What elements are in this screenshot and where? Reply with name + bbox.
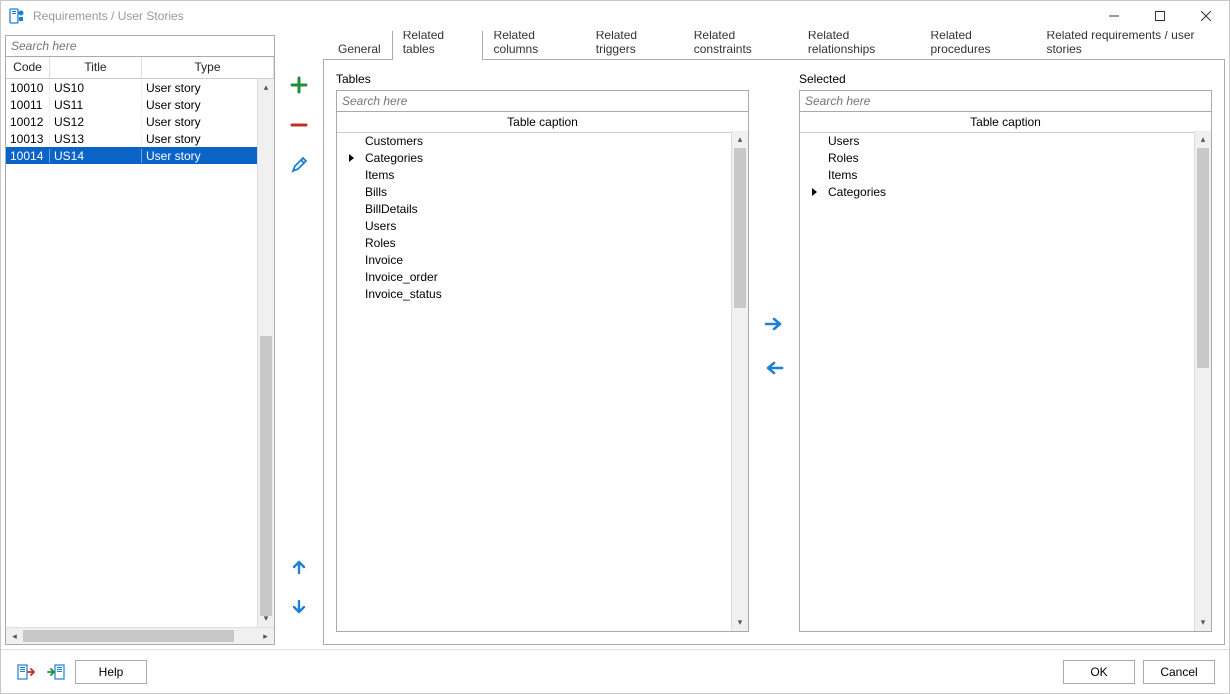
- list-item[interactable]: Users: [337, 218, 748, 235]
- list-item[interactable]: Users: [800, 133, 1211, 150]
- tab-general[interactable]: General: [327, 37, 392, 60]
- table-row[interactable]: 10011US11User story: [6, 96, 274, 113]
- cell-title: US13: [50, 132, 142, 146]
- stories-panel: Code Title Type 10010US10User story10011…: [5, 35, 275, 645]
- cell-code: 10010: [6, 81, 50, 95]
- available-caption: Table caption: [337, 112, 748, 133]
- cell-title: US14: [50, 149, 142, 163]
- export-icon[interactable]: [15, 661, 37, 683]
- list-item[interactable]: Invoice_order: [337, 269, 748, 286]
- cell-code: 10012: [6, 115, 50, 129]
- cell-title: US12: [50, 115, 142, 129]
- import-icon[interactable]: [45, 661, 67, 683]
- app-icon: [9, 8, 25, 24]
- cell-type: User story: [142, 115, 274, 129]
- add-button[interactable]: [285, 71, 313, 99]
- action-toolbar: [279, 35, 319, 645]
- current-row-indicator-icon: [349, 154, 354, 162]
- list-item[interactable]: Customers: [337, 133, 748, 150]
- help-button[interactable]: Help: [75, 660, 147, 684]
- tab-related-columns[interactable]: Related columns: [483, 31, 585, 60]
- cancel-button[interactable]: Cancel: [1143, 660, 1215, 684]
- close-button[interactable]: [1183, 1, 1229, 31]
- selected-label: Selected: [799, 72, 1212, 86]
- list-item[interactable]: Invoice_status: [337, 286, 748, 303]
- scroll-up-icon[interactable]: ▴: [732, 131, 748, 148]
- detail-panel: GeneralRelated tablesRelated columnsRela…: [323, 35, 1225, 645]
- list-item[interactable]: Roles: [337, 235, 748, 252]
- move-down-button[interactable]: [285, 593, 313, 621]
- maximize-button[interactable]: [1137, 1, 1183, 31]
- list-item[interactable]: Invoice: [337, 252, 748, 269]
- cell-type: User story: [142, 81, 274, 95]
- cell-type: User story: [142, 132, 274, 146]
- scroll-up-icon[interactable]: ▴: [258, 79, 274, 96]
- available-column: Tables Table caption CustomersCategories…: [336, 72, 749, 632]
- table-row[interactable]: 10010US10User story: [6, 79, 274, 96]
- list-item[interactable]: Categories: [337, 150, 748, 167]
- move-left-button[interactable]: [760, 354, 788, 382]
- list-item[interactable]: BillDetails: [337, 201, 748, 218]
- hscroll-right-icon[interactable]: ▸: [257, 631, 274, 642]
- move-right-button[interactable]: [760, 310, 788, 338]
- selected-caption: Table caption: [800, 112, 1211, 133]
- available-list: Table caption CustomersCategoriesItemsBi…: [336, 90, 749, 632]
- tab-related-requirements-user-stories[interactable]: Related requirements / user stories: [1035, 31, 1225, 60]
- cell-title: US11: [50, 98, 142, 112]
- edit-button[interactable]: [285, 151, 313, 179]
- cell-title: US10: [50, 81, 142, 95]
- scroll-down-icon[interactable]: ▾: [732, 614, 748, 631]
- scroll-down-icon[interactable]: ▾: [1195, 614, 1211, 631]
- grid-header-type[interactable]: Type: [142, 57, 274, 78]
- tab-related-constraints[interactable]: Related constraints: [683, 31, 797, 60]
- available-search-input[interactable]: [337, 91, 748, 112]
- stories-search-input[interactable]: [6, 36, 274, 57]
- move-up-button[interactable]: [285, 553, 313, 581]
- cell-code: 10011: [6, 98, 50, 112]
- grid-hscroll[interactable]: ◂ ▸: [6, 627, 274, 644]
- list-item[interactable]: Bills: [337, 184, 748, 201]
- grid-header-code[interactable]: Code: [6, 57, 50, 78]
- cell-type: User story: [142, 149, 274, 163]
- hscroll-left-icon[interactable]: ◂: [6, 631, 23, 642]
- minimize-button[interactable]: [1091, 1, 1137, 31]
- window-controls: [1091, 1, 1229, 31]
- title-bar: Requirements / User Stories: [1, 1, 1229, 31]
- table-row[interactable]: 10013US13User story: [6, 130, 274, 147]
- grid-header: Code Title Type: [6, 57, 274, 79]
- grid-scrollbar[interactable]: ▴ ▾: [257, 79, 274, 627]
- ok-button[interactable]: OK: [1063, 660, 1135, 684]
- stories-grid[interactable]: Code Title Type 10010US10User story10011…: [6, 57, 274, 627]
- remove-button[interactable]: [285, 111, 313, 139]
- list-item[interactable]: Roles: [800, 150, 1211, 167]
- list-item[interactable]: Items: [800, 167, 1211, 184]
- current-row-indicator-icon: [812, 188, 817, 196]
- selected-search-input[interactable]: [800, 91, 1211, 112]
- tab-related-tables[interactable]: Related tables: [392, 31, 483, 60]
- selected-list: Table caption UsersRolesItemsCategories …: [799, 90, 1212, 632]
- footer: Help OK Cancel: [1, 649, 1229, 693]
- cell-code: 10014: [6, 149, 50, 163]
- list-item[interactable]: Categories: [800, 184, 1211, 201]
- tab-related-procedures[interactable]: Related procedures: [919, 31, 1035, 60]
- available-label: Tables: [336, 72, 749, 86]
- transfer-toolbar: [759, 72, 789, 632]
- tab-related-relationships[interactable]: Related relationships: [797, 31, 920, 60]
- selected-column: Selected Table caption UsersRolesItemsCa…: [799, 72, 1212, 632]
- tab-body: Tables Table caption CustomersCategories…: [323, 59, 1225, 645]
- table-row[interactable]: 10012US12User story: [6, 113, 274, 130]
- available-scrollbar[interactable]: ▴ ▾: [731, 131, 748, 631]
- cell-code: 10013: [6, 132, 50, 146]
- scroll-up-icon[interactable]: ▴: [1195, 131, 1211, 148]
- table-row[interactable]: 10014US14User story: [6, 147, 274, 164]
- tab-related-triggers[interactable]: Related triggers: [585, 31, 683, 60]
- cell-type: User story: [142, 98, 274, 112]
- selected-scrollbar[interactable]: ▴ ▾: [1194, 131, 1211, 631]
- window-title: Requirements / User Stories: [33, 9, 1091, 23]
- list-item[interactable]: Items: [337, 167, 748, 184]
- tabs: GeneralRelated tablesRelated columnsRela…: [323, 35, 1225, 59]
- grid-header-title[interactable]: Title: [50, 57, 142, 78]
